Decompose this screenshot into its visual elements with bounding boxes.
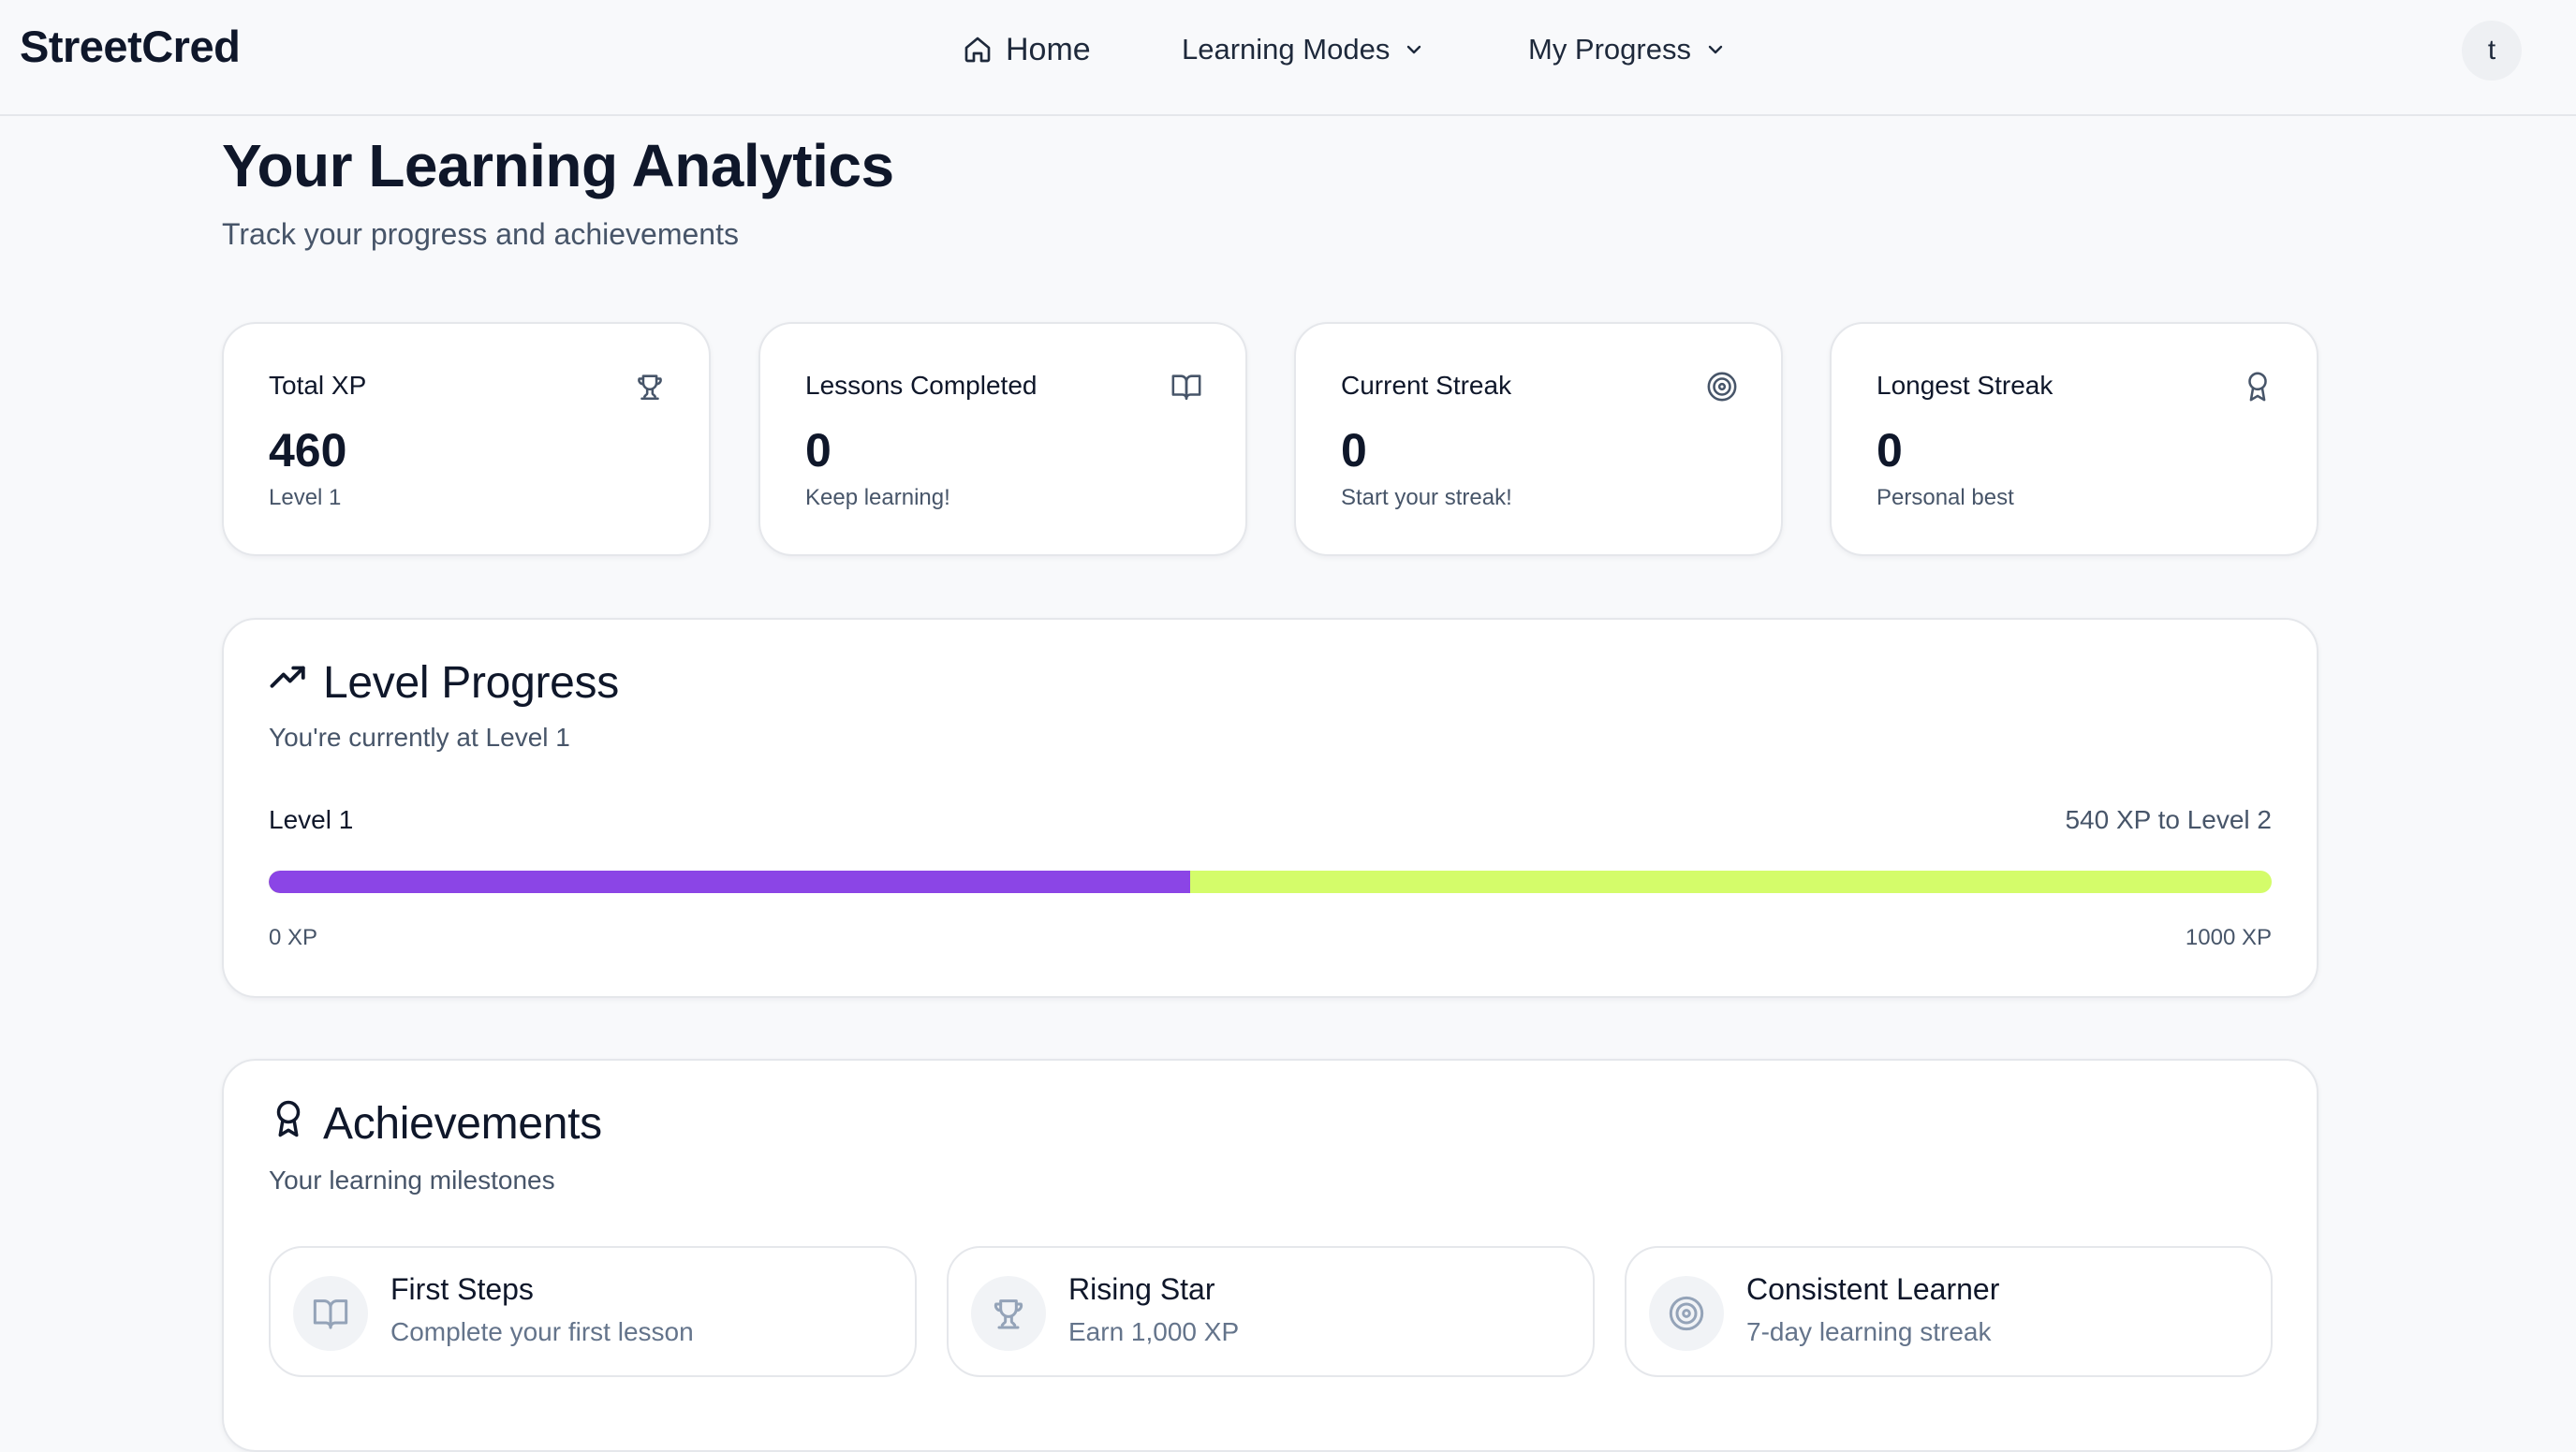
achievement-description: Complete your first lesson: [390, 1317, 694, 1346]
book-icon: [1170, 371, 1202, 403]
nav-home[interactable]: Home: [963, 28, 1091, 71]
user-avatar[interactable]: t: [2462, 21, 2522, 81]
stat-caption: Personal best: [1877, 485, 2014, 510]
target-icon: [1706, 371, 1738, 403]
stat-card-lessons-completed: Lessons Completed 0 Keep learning!: [758, 322, 1247, 556]
stat-label: Current Streak: [1341, 371, 1512, 400]
achievement-title: First Steps: [390, 1272, 534, 1306]
trophy-icon: [971, 1276, 1046, 1351]
stat-card-current-streak: Current Streak 0 Start your streak!: [1294, 322, 1783, 556]
progress-min-label: 0 XP: [269, 925, 318, 950]
stat-caption: Level 1: [269, 485, 342, 510]
level-progress-subtitle: You're currently at Level 1: [269, 723, 570, 752]
award-icon: [2242, 371, 2274, 403]
achievement-title: Rising Star: [1068, 1272, 1215, 1306]
nav-home-label: Home: [1006, 31, 1091, 67]
achievement-item[interactable]: Consistent Learner 7-day learning streak: [1625, 1246, 2273, 1377]
stat-value: 0: [805, 424, 832, 477]
brand-logo[interactable]: StreetCred: [20, 21, 241, 72]
page-subtitle: Track your progress and achievements: [222, 217, 739, 251]
achievement-item[interactable]: Rising Star Earn 1,000 XP: [947, 1246, 1595, 1377]
nav-learning-modes-label: Learning Modes: [1182, 33, 1391, 66]
level-progress-fill: [269, 871, 1190, 893]
stat-caption: Start your streak!: [1341, 485, 1512, 510]
award-icon: [269, 1098, 308, 1150]
achievement-description: Earn 1,000 XP: [1068, 1317, 1240, 1346]
progress-max-label: 1000 XP: [2185, 925, 2272, 950]
stat-card-total-xp: Total XP 460 Level 1: [222, 322, 711, 556]
achievement-item[interactable]: First Steps Complete your first lesson: [269, 1246, 917, 1377]
level-progress-title: Level Progress: [323, 658, 619, 708]
stat-caption: Keep learning!: [805, 485, 950, 510]
book-icon: [293, 1276, 368, 1351]
stat-label: Total XP: [269, 371, 367, 400]
achievements-card: Achievements Your learning milestones Fi…: [222, 1059, 2318, 1452]
nav-my-progress[interactable]: My Progress: [1528, 28, 1727, 71]
target-icon: [1649, 1276, 1724, 1351]
chevron-down-icon: [1704, 38, 1727, 61]
achievements-heading: Achievements: [269, 1098, 602, 1150]
home-icon: [963, 35, 993, 65]
chevron-down-icon: [1403, 38, 1425, 61]
nav-learning-modes[interactable]: Learning Modes: [1182, 28, 1425, 71]
trophy-icon: [634, 371, 666, 403]
trending-up-icon: [269, 657, 308, 709]
stat-value: 0: [1341, 424, 1367, 477]
stat-card-longest-streak: Longest Streak 0 Personal best: [1830, 322, 2318, 556]
stat-label: Lessons Completed: [805, 371, 1038, 400]
level-progress-heading: Level Progress: [269, 657, 619, 709]
current-level-label: Level 1: [269, 805, 354, 834]
page-title: Your Learning Analytics: [222, 132, 894, 199]
level-progress-card: Level Progress You're currently at Level…: [222, 618, 2318, 998]
stat-label: Longest Streak: [1877, 371, 2053, 400]
level-progress-bar: [269, 871, 2272, 893]
achievements-subtitle: Your learning milestones: [269, 1166, 555, 1195]
stat-value: 460: [269, 424, 347, 477]
top-navbar: StreetCred Home Learning Modes My Progre…: [0, 0, 2576, 116]
achievement-title: Consistent Learner: [1746, 1272, 2000, 1306]
stat-value: 0: [1877, 424, 1903, 477]
achievements-title: Achievements: [323, 1099, 602, 1149]
achievement-description: 7-day learning streak: [1746, 1317, 1992, 1346]
nav-my-progress-label: My Progress: [1528, 33, 1691, 66]
xp-remaining-label: 540 XP to Level 2: [2065, 805, 2272, 834]
